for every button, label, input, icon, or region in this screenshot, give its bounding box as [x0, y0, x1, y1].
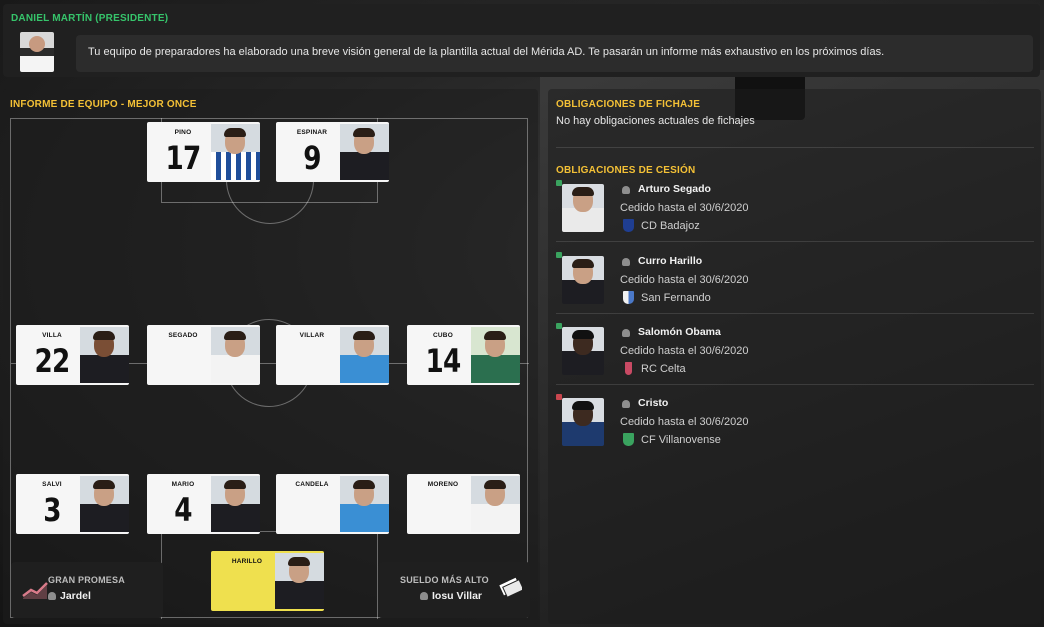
loan-player-name[interactable]: Curro Harillo	[638, 255, 702, 267]
player-photo	[562, 184, 604, 232]
player-card-segado[interactable]: SEGADO	[147, 325, 260, 385]
highest-wage-box[interactable]: SUELDO MÁS ALTO Iosu Villar	[378, 562, 530, 618]
player-photo	[562, 256, 604, 304]
loan-until: Cedido hasta el 30/6/2020	[620, 345, 749, 357]
player-name: PINO	[174, 129, 192, 136]
person-icon	[622, 400, 630, 408]
great-prospect-player[interactable]: Jardel	[48, 590, 91, 602]
loan-player-name[interactable]: Cristo	[638, 397, 668, 409]
player-photo	[562, 398, 604, 446]
loan-item[interactable]: Cristo Cedido hasta el 30/6/2020 CF Vill…	[556, 394, 1034, 464]
loan-until: Cedido hasta el 30/6/2020	[620, 416, 749, 428]
player-photo	[471, 476, 520, 532]
highest-wage-player[interactable]: Iosu Villar	[420, 590, 482, 602]
player-photo	[211, 327, 260, 383]
loan-item[interactable]: Salomón Obama Cedido hasta el 30/6/2020 …	[556, 323, 1034, 393]
loan-obligations-title: OBLIGACIONES DE CESIÓN	[556, 165, 696, 176]
player-name: VILLAR	[299, 332, 325, 339]
loan-club[interactable]: RC Celta	[641, 363, 686, 375]
loan-player-name[interactable]: Salomón Obama	[638, 326, 721, 338]
divider	[556, 384, 1034, 385]
player-photo	[211, 476, 260, 532]
loan-until: Cedido hasta el 30/6/2020	[620, 202, 749, 214]
club-crest-icon	[623, 291, 634, 304]
player-number: 4	[174, 491, 192, 529]
club-crest-icon	[623, 219, 634, 232]
player-name: HARILLO	[231, 558, 263, 565]
player-card-candela[interactable]: CANDELA	[276, 474, 389, 534]
player-number: 3	[43, 491, 61, 529]
highest-wage-label: SUELDO MÁS ALTO	[400, 575, 489, 585]
player-name: CUBO	[433, 332, 453, 339]
player-name: ESPINAR	[296, 129, 328, 136]
player-number: 9	[303, 139, 321, 177]
player-card-pino[interactable]: PINO 17	[147, 122, 260, 182]
player-name: CANDELA	[295, 481, 329, 488]
player-number: 17	[165, 139, 202, 177]
loan-club[interactable]: CD Badajoz	[641, 220, 700, 232]
player-photo	[211, 124, 260, 180]
loan-item[interactable]: Arturo Segado Cedido hasta el 30/6/2020 …	[556, 180, 1034, 250]
message-panel: DANIEL MARTÍN (PRESIDENTE) Tu equipo de …	[3, 4, 1040, 77]
player-photo	[340, 327, 389, 383]
player-number: 22	[34, 342, 71, 380]
divider	[556, 241, 1034, 242]
trend-icon	[22, 582, 48, 599]
club-crest-icon	[625, 362, 632, 375]
player-name: SALVI	[42, 481, 62, 488]
player-card-espinar[interactable]: ESPINAR 9	[276, 122, 389, 182]
person-icon	[48, 592, 56, 600]
great-prospect-label: GRAN PROMESA	[48, 575, 125, 585]
divider	[556, 313, 1034, 314]
player-card-moreno[interactable]: MORENO	[407, 474, 520, 534]
person-icon	[622, 329, 630, 337]
loan-until: Cedido hasta el 30/6/2020	[620, 274, 749, 286]
player-card-cubo[interactable]: CUBO 14	[407, 325, 520, 385]
player-card-salvi[interactable]: SALVI 3	[16, 474, 129, 534]
player-photo	[80, 327, 129, 383]
player-name: VILLA	[42, 332, 62, 339]
player-name: MORENO	[427, 481, 459, 488]
player-number: 14	[425, 342, 462, 380]
person-icon	[622, 258, 630, 266]
loan-item[interactable]: Curro Harillo Cedido hasta el 30/6/2020 …	[556, 252, 1034, 322]
message-sender[interactable]: DANIEL MARTÍN (PRESIDENTE)	[11, 13, 168, 24]
great-prospect-box[interactable]: GRAN PROMESA Jardel	[11, 562, 163, 618]
player-card-villa[interactable]: VILLA 22	[16, 325, 129, 385]
loan-club[interactable]: San Fernando	[641, 292, 711, 304]
loan-player-name[interactable]: Arturo Segado	[638, 183, 711, 195]
player-card-mario[interactable]: MARIO 4	[147, 474, 260, 534]
player-photo	[275, 553, 324, 609]
person-icon	[622, 186, 630, 194]
player-card-harillo[interactable]: HARILLO	[211, 551, 324, 611]
player-card-villar[interactable]: VILLAR	[276, 325, 389, 385]
player-name: SEGADO	[168, 332, 198, 339]
player-photo	[471, 327, 520, 383]
player-photo	[340, 476, 389, 532]
player-photo	[80, 476, 129, 532]
sender-avatar[interactable]	[20, 32, 54, 72]
divider	[556, 147, 1034, 148]
player-photo	[562, 327, 604, 375]
club-crest-icon	[623, 433, 634, 446]
money-icon	[499, 577, 522, 598]
player-photo	[340, 124, 389, 180]
message-text: Tu equipo de preparadores ha elaborado u…	[76, 35, 1033, 72]
player-name: MARIO	[171, 481, 195, 488]
team-report-title: INFORME DE EQUIPO - MEJOR ONCE	[10, 99, 197, 110]
person-icon	[420, 592, 428, 600]
loan-club[interactable]: CF Villanovense	[641, 434, 721, 446]
transfer-obligations-title: OBLIGACIONES DE FICHAJE	[556, 99, 701, 110]
transfer-obligations-empty: No hay obligaciones actuales de fichajes	[556, 115, 755, 127]
